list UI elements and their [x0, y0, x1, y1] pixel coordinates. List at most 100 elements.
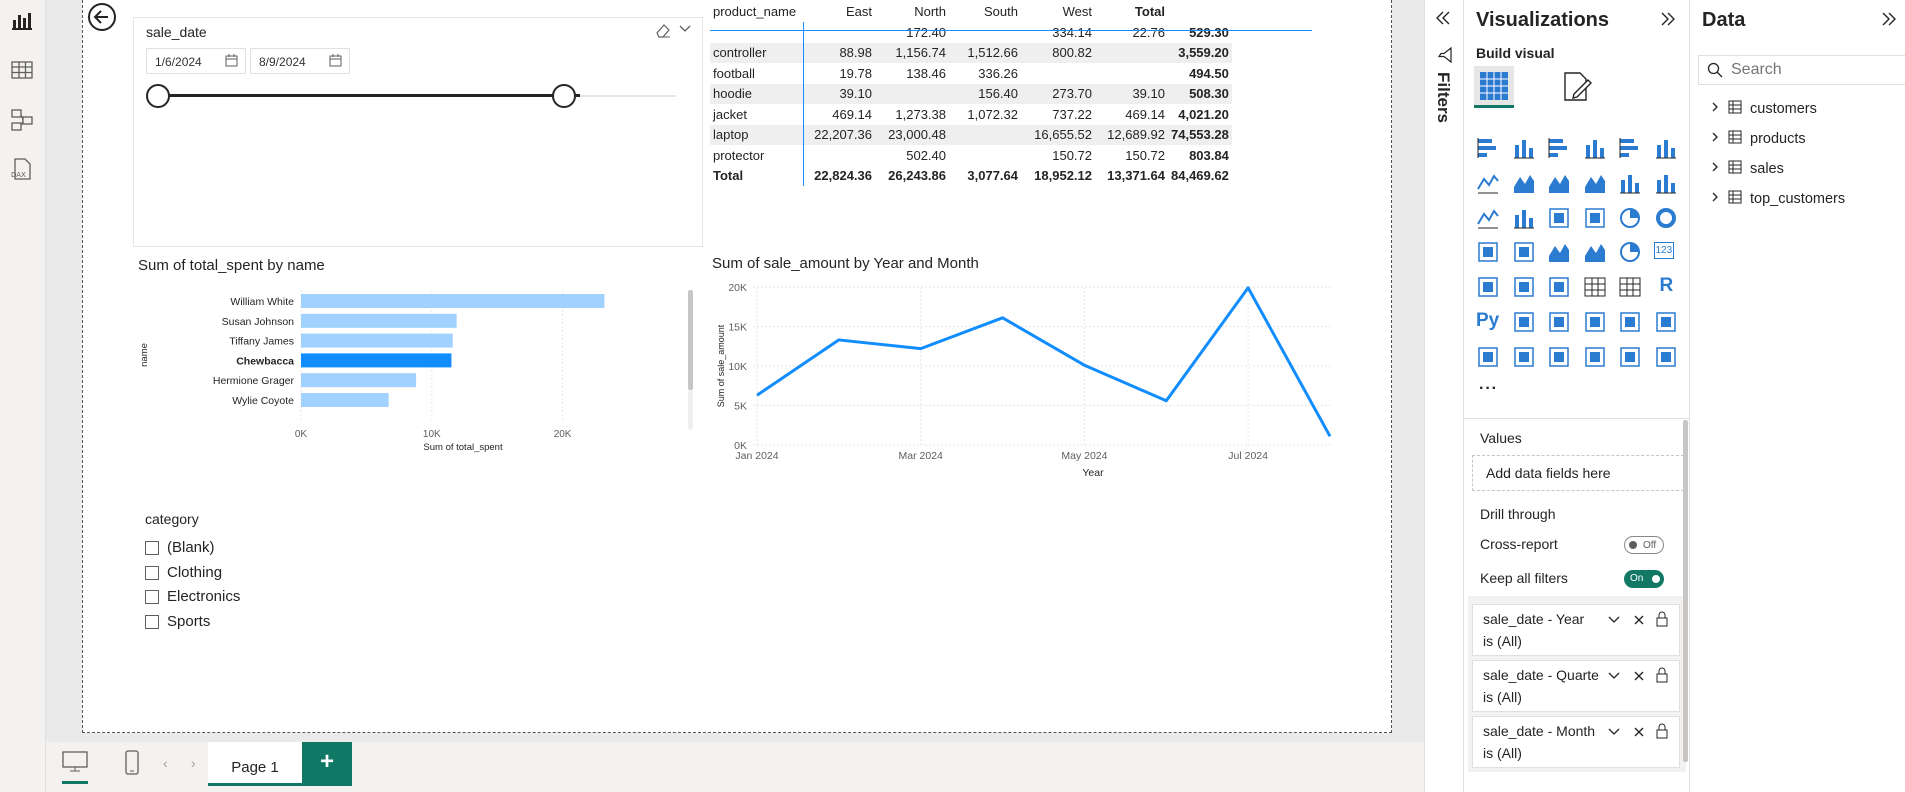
qna-icon[interactable]: [1583, 310, 1609, 336]
table-view-icon[interactable]: [9, 57, 35, 83]
matrix-icon[interactable]: [1618, 275, 1644, 301]
collapse-visualizations-icon[interactable]: [1659, 10, 1677, 33]
start-date-input[interactable]: 1/6/2024: [146, 48, 246, 74]
filter-well-card[interactable]: sale_date - Quarte is (All): [1472, 660, 1680, 712]
data-table-item[interactable]: top_customers: [1710, 190, 1845, 208]
python-visual-icon[interactable]: Py: [1476, 310, 1502, 336]
filter-well-card[interactable]: sale_date - Year is (All): [1472, 604, 1680, 656]
back-arrow-icon[interactable]: [87, 2, 117, 37]
category-option-label[interactable]: (Blank): [167, 539, 215, 556]
data-table-item[interactable]: products: [1710, 130, 1806, 148]
table-icon[interactable]: [1583, 275, 1609, 301]
line-and-clustered-column-icon[interactable]: [1654, 171, 1680, 197]
100-stacked-column-chart-icon[interactable]: [1654, 136, 1680, 162]
donut-chart-icon[interactable]: [1654, 206, 1680, 232]
100-stacked-area-chart-icon[interactable]: [1583, 171, 1609, 197]
format-visual-tab-icon[interactable]: [1560, 70, 1594, 109]
chevron-right-icon[interactable]: [1710, 161, 1720, 177]
stacked-area-chart-icon[interactable]: [1547, 171, 1573, 197]
matrix-row[interactable]: protector 502.40 150.72 150.72 803.84: [710, 145, 1232, 166]
matrix-row[interactable]: football 19.78 138.46 336.26 494.50: [710, 63, 1232, 84]
lock-icon[interactable]: [1655, 611, 1669, 630]
chevron-visual-icon[interactable]: [1654, 345, 1680, 371]
matrix-header[interactable]: Total: [1095, 0, 1168, 22]
matrix-header[interactable]: North: [875, 0, 949, 22]
matrix-row[interactable]: controller 88.98 1,156.74 1,512.66 800.82 3,5…: [710, 42, 1232, 63]
stacked-column-chart-icon[interactable]: [1512, 136, 1538, 162]
decomposition-tree-icon[interactable]: [1547, 310, 1573, 336]
close-icon[interactable]: [1633, 725, 1645, 741]
matrix-row[interactable]: 172.40 334.14 22.76 529.30: [710, 22, 1232, 43]
multi-row-card-icon[interactable]: [1476, 275, 1502, 301]
lock-icon[interactable]: [1655, 723, 1669, 742]
keep-all-filters-toggle[interactable]: On: [1624, 570, 1664, 588]
matrix-total-row[interactable]: Total 22,824.36 26,243.86 3,077.64 18,952.12…: [710, 165, 1232, 186]
matrix-header[interactable]: South: [949, 0, 1021, 22]
matrix-row[interactable]: hoodie 39.10 156.40 273.70 39.10 508.30: [710, 83, 1232, 104]
filled-map-icon[interactable]: [1547, 240, 1573, 266]
category-checkbox[interactable]: [145, 565, 159, 580]
matrix-row[interactable]: jacket 469.14 1,273.38 1,072.32 737.22 469.14…: [710, 104, 1232, 125]
clustered-column-chart-icon[interactable]: [1583, 136, 1609, 162]
diamond-visual-icon[interactable]: [1618, 345, 1644, 371]
lock-icon[interactable]: [1655, 667, 1669, 686]
chevron-right-icon[interactable]: [1710, 131, 1720, 147]
close-icon[interactable]: [1633, 669, 1645, 685]
expand-filters-icon[interactable]: [1434, 9, 1452, 32]
100-stacked-bar-chart-icon[interactable]: [1618, 136, 1644, 162]
power-apps-icon[interactable]: [1512, 345, 1538, 371]
azure-map-icon[interactable]: [1583, 240, 1609, 266]
narrative-icon[interactable]: [1618, 310, 1644, 336]
end-date-input[interactable]: 8/9/2024: [250, 48, 350, 74]
area-chart-icon[interactable]: [1512, 171, 1538, 197]
card-icon[interactable]: 123: [1653, 240, 1680, 266]
build-visual-tab-icon[interactable]: [1474, 66, 1514, 108]
stacked-bar-chart-icon[interactable]: [1476, 136, 1502, 162]
category-checkbox[interactable]: [145, 614, 159, 629]
chevron-down-icon[interactable]: [1607, 669, 1621, 686]
slider-start-handle[interactable]: [146, 84, 170, 108]
slider-end-handle[interactable]: [552, 84, 576, 108]
next-page-icon[interactable]: ›: [191, 755, 196, 771]
collapse-data-pane-icon[interactable]: [1880, 10, 1898, 33]
paginated-report-icon[interactable]: [1476, 345, 1502, 371]
chevron-down-icon[interactable]: [1607, 613, 1621, 630]
prev-page-icon[interactable]: ‹: [163, 755, 168, 771]
tab-page-1[interactable]: Page 1: [208, 742, 302, 786]
kpi-icon[interactable]: [1512, 275, 1538, 301]
data-table-item[interactable]: customers: [1710, 100, 1817, 118]
category-option-label[interactable]: Electronics: [167, 588, 240, 605]
ribbon-chart-icon[interactable]: [1476, 206, 1502, 232]
gauge-icon[interactable]: [1618, 240, 1644, 266]
metrics-icon[interactable]: [1654, 310, 1680, 336]
map-icon[interactable]: [1512, 240, 1538, 266]
filter-well-card[interactable]: sale_date - Month is (All): [1472, 716, 1680, 768]
add-page-button[interactable]: +: [302, 742, 352, 786]
data-table-item[interactable]: sales: [1710, 160, 1784, 178]
power-automate-icon[interactable]: [1547, 345, 1573, 371]
key-influencers-icon[interactable]: [1512, 310, 1538, 336]
funnel-chart-icon[interactable]: [1547, 206, 1573, 232]
add-data-fields-well[interactable]: Add data fields here: [1472, 455, 1684, 491]
category-option-label[interactable]: Clothing: [167, 564, 222, 581]
filters-label[interactable]: Filters: [1434, 72, 1453, 152]
waterfall-chart-icon[interactable]: [1512, 206, 1538, 232]
data-search-box[interactable]: [1698, 55, 1905, 85]
matrix-header[interactable]: West: [1021, 0, 1095, 22]
mobile-layout-icon[interactable]: [124, 750, 140, 781]
pie-chart-icon[interactable]: [1618, 206, 1644, 232]
search-input[interactable]: [1731, 60, 1891, 80]
category-checkbox[interactable]: [145, 541, 159, 555]
chevron-down-icon[interactable]: [678, 22, 692, 41]
calendar-icon[interactable]: [329, 54, 342, 70]
category-checkbox[interactable]: [145, 590, 159, 604]
dax-query-view-icon[interactable]: DAX: [9, 156, 35, 182]
chevron-right-icon[interactable]: [1710, 101, 1720, 117]
filters-pane-collapsed[interactable]: Filters: [1424, 0, 1464, 792]
chevron-down-icon[interactable]: [1607, 725, 1621, 742]
matrix-row[interactable]: laptop 22,207.36 23,000.48 16,655.52 12,689.…: [710, 124, 1232, 145]
report-view-icon[interactable]: [9, 8, 35, 34]
bar-chart-scrollbar[interactable]: [688, 290, 693, 390]
treemap-icon[interactable]: [1476, 240, 1502, 266]
r-visual-icon[interactable]: R: [1654, 275, 1680, 301]
